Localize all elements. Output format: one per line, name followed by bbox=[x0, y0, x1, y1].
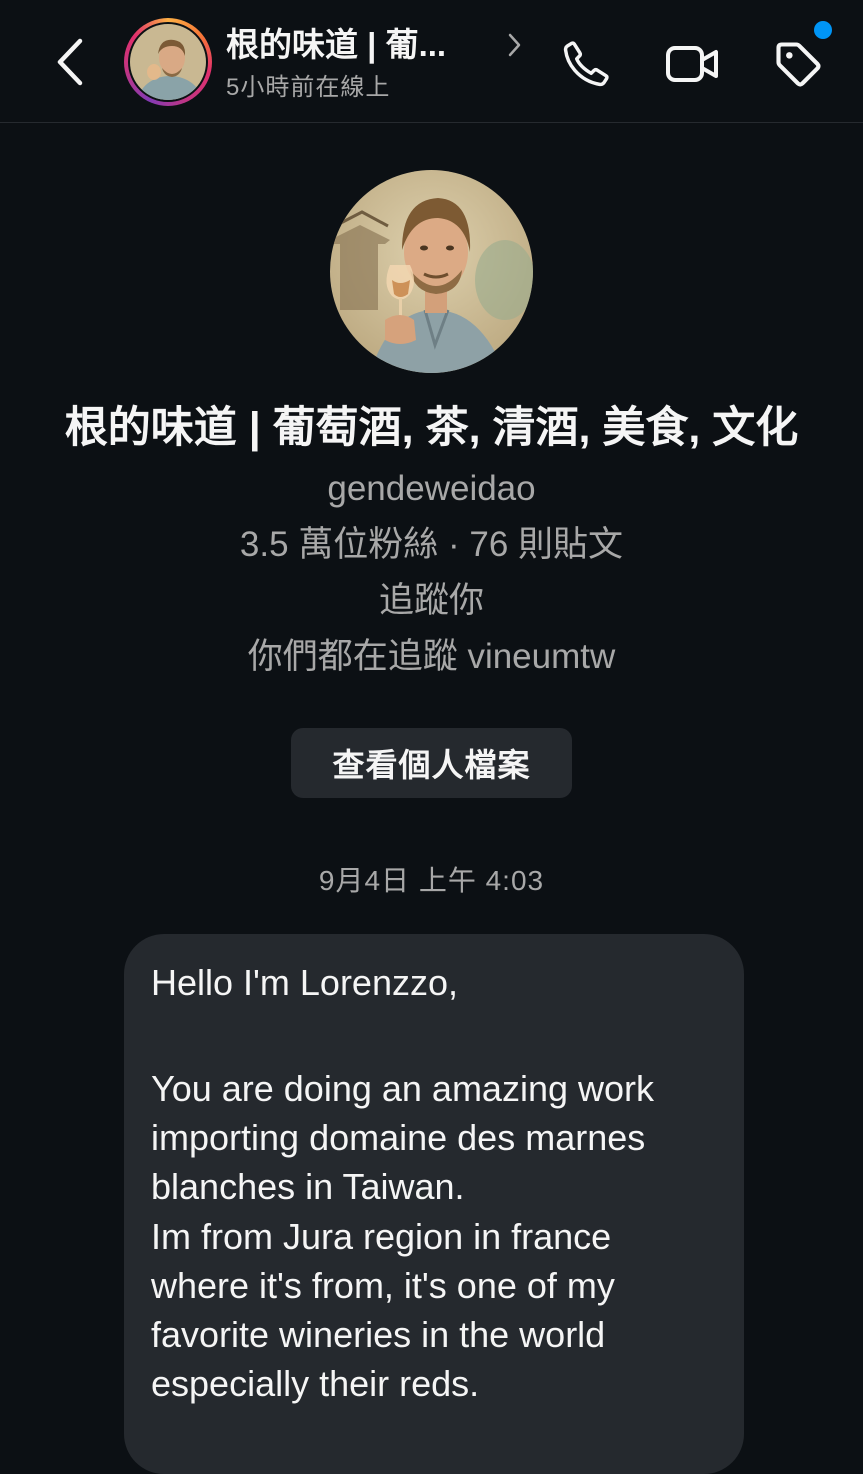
message-paragraph: You are doing an amazing work importing … bbox=[151, 1068, 654, 1207]
video-camera-icon bbox=[666, 46, 718, 82]
tag-button[interactable] bbox=[770, 36, 826, 92]
profile-username: gendeweidao bbox=[327, 469, 536, 508]
chat-title[interactable]: 根的味道 | 葡... bbox=[226, 24, 496, 66]
chevron-right-icon[interactable] bbox=[502, 30, 526, 60]
message-greeting: Hello I'm Lorenzzo, bbox=[151, 962, 459, 1003]
phone-icon bbox=[563, 41, 609, 87]
header-avatar-image bbox=[130, 24, 206, 100]
view-profile-button[interactable]: 查看個人檔案 bbox=[291, 728, 572, 798]
header-avatar[interactable] bbox=[124, 18, 212, 106]
profile-avatar[interactable] bbox=[330, 170, 533, 373]
back-button[interactable] bbox=[44, 34, 96, 90]
profile-stats: 3.5 萬位粉絲 · 76 則貼文 bbox=[239, 525, 624, 564]
profile-name: 根的味道 | 葡萄酒, 茶, 清酒, 美食, 文化 bbox=[64, 404, 799, 452]
profile-avatar-image bbox=[330, 170, 533, 373]
message-paragraph: Im from Jura region in france where it's… bbox=[151, 1216, 615, 1404]
message-timestamp: 9月4日 上午 4:03 bbox=[318, 865, 545, 896]
chevron-left-icon bbox=[57, 38, 83, 86]
notification-dot bbox=[814, 21, 832, 39]
tag-icon bbox=[776, 42, 821, 87]
online-status: 5小時前在線上 bbox=[226, 74, 391, 101]
message-bubble[interactable]: Hello I'm Lorenzzo, You are doing an ama… bbox=[124, 934, 744, 1474]
voice-call-button[interactable] bbox=[558, 36, 614, 92]
mutual-followers: 你們都在追蹤 vineumtw bbox=[247, 637, 616, 676]
follows-you-label: 追蹤你 bbox=[378, 581, 484, 620]
chat-header: 根的味道 | 葡... 5小時前在線上 bbox=[0, 0, 863, 123]
video-call-button[interactable] bbox=[664, 36, 720, 92]
